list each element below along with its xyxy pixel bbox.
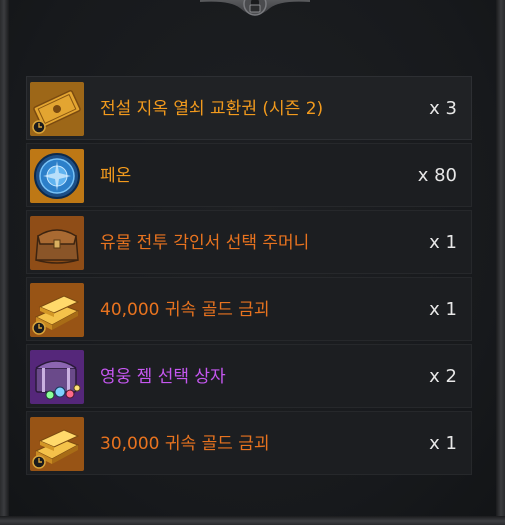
reward-item-name: 영웅 젬 선택 상자	[100, 367, 226, 387]
reward-item-quantity: x 2	[429, 366, 457, 387]
reward-item-quantity: x 3	[429, 98, 457, 119]
gold-bar-icon	[30, 283, 84, 337]
phon-coin-icon	[30, 149, 84, 203]
reward-item-name: 30,000 귀속 골드 금괴	[100, 434, 270, 454]
legendary-key-ticket-icon	[30, 82, 84, 136]
lock-ornament-icon	[200, 0, 310, 16]
reward-row[interactable]: 유물 전투 각인서 선택 주머니 x 1	[26, 210, 472, 274]
reward-item-name: 유물 전투 각인서 선택 주머니	[100, 233, 310, 253]
gold-bar-icon	[30, 417, 84, 471]
reward-item-quantity: x 1	[429, 433, 457, 454]
engraving-pouch-icon	[30, 216, 84, 270]
window-border-left	[0, 0, 9, 525]
reward-item-name: 40,000 귀속 골드 금괴	[100, 300, 270, 320]
reward-item-quantity: x 1	[429, 232, 457, 253]
reward-row[interactable]: 페온 x 80	[26, 143, 472, 207]
window-border-bottom	[0, 516, 505, 525]
reward-item-quantity: x 80	[417, 165, 457, 186]
reward-window: 전설 지옥 열쇠 교환권 (시즌 2) x 3 페온 x 80 유물 전투 각인…	[0, 0, 505, 525]
reward-item-name: 페온	[100, 166, 132, 186]
gem-chest-icon	[30, 350, 84, 404]
reward-row[interactable]: 40,000 귀속 골드 금괴 x 1	[26, 277, 472, 341]
reward-row[interactable]: 30,000 귀속 골드 금괴 x 1	[26, 411, 472, 475]
reward-item-name: 전설 지옥 열쇠 교환권 (시즌 2)	[100, 99, 324, 119]
reward-item-quantity: x 1	[429, 299, 457, 320]
window-border-right	[496, 0, 505, 525]
reward-row[interactable]: 전설 지옥 열쇠 교환권 (시즌 2) x 3	[26, 76, 472, 140]
reward-row[interactable]: 영웅 젬 선택 상자 x 2	[26, 344, 472, 408]
